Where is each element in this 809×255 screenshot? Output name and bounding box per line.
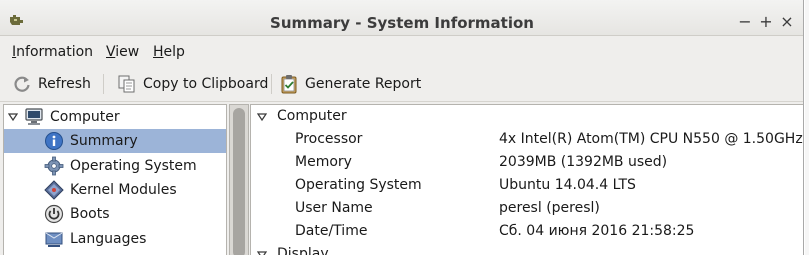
tree-item-boots[interactable]: Boots — [4, 202, 226, 226]
tree-item-summary[interactable]: Summary — [4, 129, 226, 153]
gear-icon — [44, 156, 64, 176]
desktop-background — [805, 0, 809, 255]
copy-to-clipboard-button[interactable]: Copy to Clipboard — [117, 71, 268, 97]
refresh-icon — [14, 76, 30, 92]
menu-label: iew — [115, 44, 140, 60]
expander-down-icon[interactable] — [257, 112, 267, 122]
computer-icon — [25, 108, 43, 125]
tree-item-label: Languages — [70, 231, 147, 247]
detail-row[interactable]: Date/Time Сб. 04 июня 2016 21:58:25 — [251, 220, 803, 243]
report-clipboard-icon — [281, 75, 297, 94]
detail-row[interactable]: Operating System Ubuntu 14.04.4 LTS — [251, 174, 803, 197]
tree-item-operating-system[interactable]: Operating System — [4, 154, 226, 178]
title-bar[interactable]: Summary - System Information − + × — [0, 0, 803, 36]
maximize-button[interactable]: + — [758, 14, 774, 30]
refresh-button[interactable]: Refresh — [12, 71, 91, 97]
detail-key: Memory — [295, 154, 352, 170]
scrollbar-thumb[interactable] — [233, 108, 245, 255]
generate-report-button[interactable]: Generate Report — [279, 71, 421, 97]
tree-scrollbar[interactable] — [229, 104, 249, 255]
expander-down-icon[interactable] — [8, 112, 18, 122]
close-button[interactable]: × — [779, 14, 795, 30]
toolbar-separator — [271, 74, 272, 94]
category-tree: Computer Summary Operating System Kernel… — [3, 104, 227, 255]
menu-label: elp — [163, 44, 185, 60]
refresh-label: Refresh — [38, 76, 91, 92]
menu-view[interactable]: View — [106, 44, 139, 60]
tree-item-label: Operating System — [70, 158, 197, 174]
copy-icon — [118, 75, 135, 93]
copy-label: Copy to Clipboard — [143, 76, 269, 92]
menu-bar: Information View Help — [0, 37, 803, 65]
tree-item-computer[interactable]: Computer — [4, 105, 226, 129]
detail-row[interactable]: Memory 2039MB (1392MB used) — [251, 151, 803, 174]
section-label: Computer — [277, 108, 347, 124]
toolbar: Refresh Copy to Clipboard Generate Repor… — [0, 65, 803, 102]
menu-information[interactable]: Information — [12, 44, 93, 60]
detail-value: Сб. 04 июня 2016 21:58:25 — [499, 223, 695, 239]
detail-value: Ubuntu 14.04.4 LTS — [499, 177, 636, 193]
detail-value: 2039MB (1392MB used) — [499, 154, 668, 170]
detail-key: Date/Time — [295, 223, 368, 239]
tree-item-languages[interactable]: Languages — [4, 227, 226, 251]
tree-item-label: Summary — [70, 133, 138, 149]
window-title: Summary - System Information — [270, 14, 534, 32]
detail-key: User Name — [295, 200, 373, 216]
menu-mnemonic: H — [153, 44, 164, 60]
detail-row[interactable]: Processor 4x Intel(R) Atom(TM) CPU N550 … — [251, 128, 803, 151]
section-label: Display — [277, 246, 329, 255]
menu-label: nformation — [16, 44, 94, 60]
menu-help[interactable]: Help — [153, 44, 185, 60]
languages-icon — [45, 232, 63, 247]
toolbar-separator — [103, 74, 104, 94]
tree-item-kernel-modules[interactable]: Kernel Modules — [4, 178, 226, 202]
detail-value: peresl (peresl) — [499, 200, 600, 216]
kernel-module-icon — [44, 180, 64, 200]
tree-item-label: Boots — [70, 206, 110, 222]
detail-key: Processor — [295, 131, 363, 147]
tree-item-label: Kernel Modules — [70, 182, 177, 198]
section-computer[interactable]: Computer — [251, 105, 803, 128]
detail-key: Operating System — [295, 177, 422, 193]
menu-mnemonic: V — [106, 44, 116, 60]
tree-root-label: Computer — [50, 109, 120, 125]
detail-row[interactable]: User Name peresl (peresl) — [251, 197, 803, 220]
app-window: Summary - System Information − + × Infor… — [0, 0, 804, 255]
report-label: Generate Report — [305, 76, 422, 92]
minimize-button[interactable]: − — [737, 14, 753, 30]
section-display[interactable]: Display — [251, 243, 803, 255]
power-icon — [44, 204, 64, 224]
details-pane: Computer Processor 4x Intel(R) Atom(TM) … — [250, 104, 803, 255]
detail-value: 4x Intel(R) Atom(TM) CPU N550 @ 1.50GHz — [499, 131, 803, 147]
expander-down-icon[interactable] — [257, 250, 267, 255]
info-icon — [45, 132, 63, 150]
